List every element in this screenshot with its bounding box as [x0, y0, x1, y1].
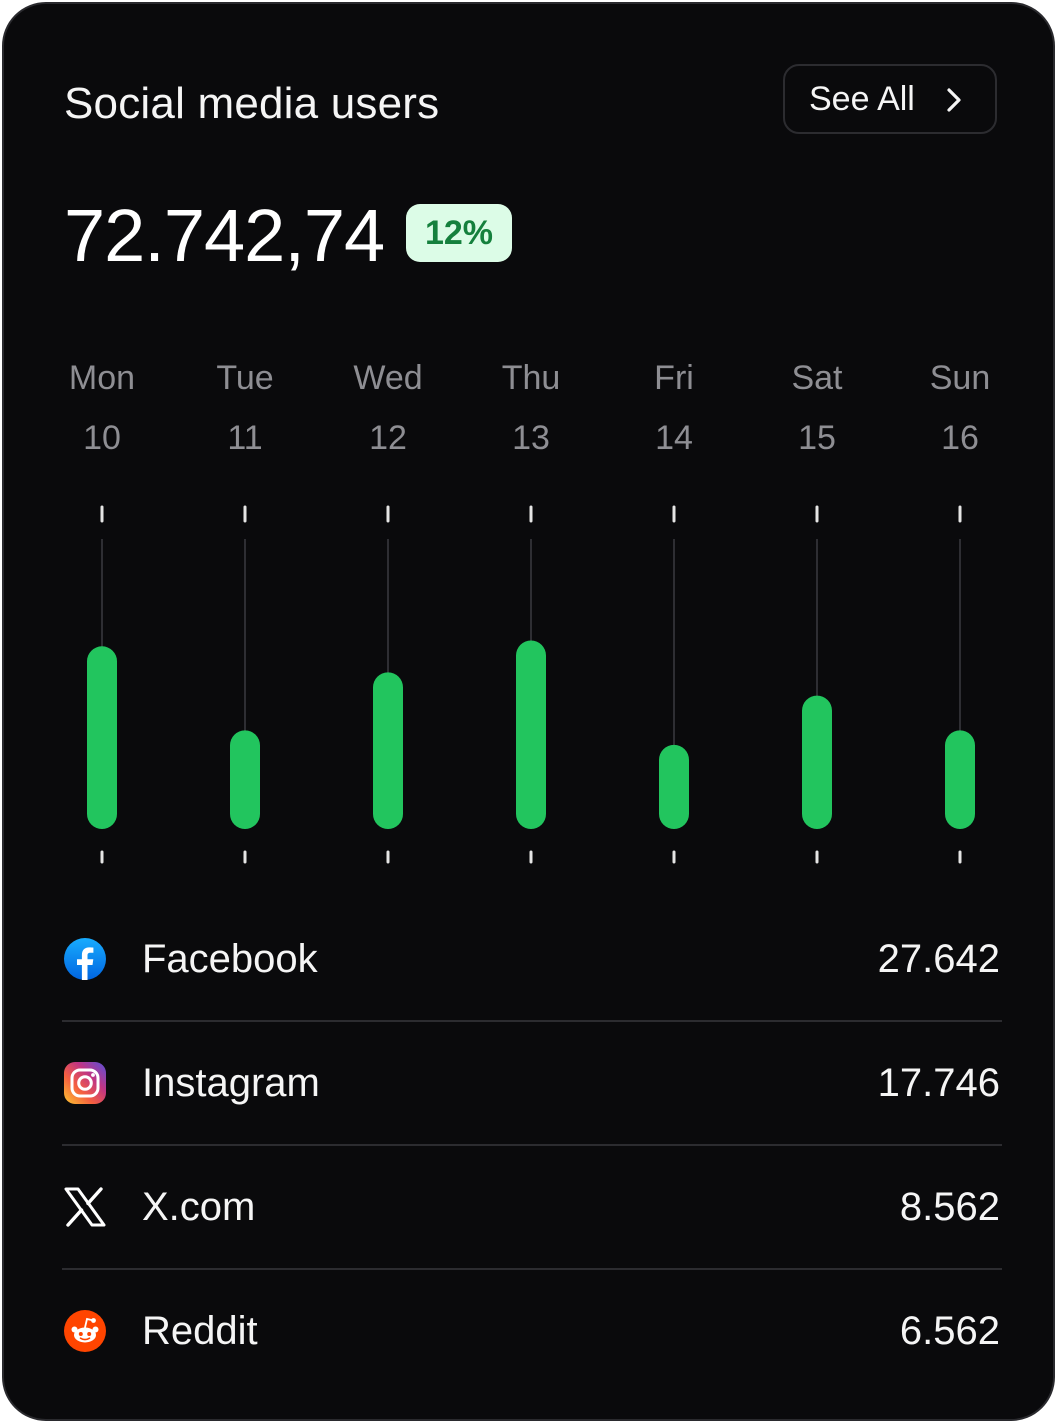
list-item-x[interactable]: X.com 8.562	[62, 1146, 1002, 1270]
see-all-label: See All	[809, 79, 915, 118]
platform-name: X.com	[142, 1185, 256, 1229]
x-icon	[64, 1187, 106, 1227]
platform-value: 17.746	[877, 1061, 1000, 1105]
chevron-right-icon	[947, 88, 961, 112]
chart-date-label: 15	[798, 419, 836, 457]
chart-date-label: 14	[655, 419, 693, 457]
chart-bar	[659, 744, 689, 829]
chart-day-label: Wed	[353, 359, 422, 397]
platform-name: Facebook	[142, 937, 318, 981]
platform-value: 27.642	[877, 937, 1000, 981]
social-media-users-card: Social media users See All 72.742,74 12%…	[2, 2, 1055, 1421]
chart-bar	[230, 730, 260, 829]
chart-day-label: Sun	[930, 359, 991, 397]
chart-day-label: Sat	[791, 359, 843, 397]
chart-date-label: 12	[369, 419, 407, 457]
weekly-users-chart: Mon 10 Tue 11 Wed 12 Thu 13 Fri 14 Sat 15 Sun 16	[69, 359, 991, 864]
chart-bar	[373, 672, 403, 829]
change-badge: 12%	[406, 204, 512, 262]
platform-value: 8.562	[899, 1185, 1000, 1229]
chart-date-label: 11	[227, 419, 262, 457]
chart-bar	[945, 730, 975, 829]
reddit-icon	[64, 1310, 106, 1352]
chart-day-label: Mon	[69, 359, 135, 397]
chart-bar	[802, 695, 832, 829]
list-item-instagram[interactable]: Instagram 17.746	[62, 1022, 1002, 1146]
list-item-facebook[interactable]: Facebook 27.642	[62, 898, 1002, 1022]
chart-bar	[87, 646, 117, 829]
platform-value: 6.562	[899, 1309, 1000, 1353]
chart-day-label: Tue	[216, 359, 273, 397]
chart-date-label: 10	[83, 419, 121, 457]
platform-name: Reddit	[142, 1309, 258, 1353]
chart-day-label: Fri	[654, 359, 694, 397]
platform-name: Instagram	[142, 1061, 320, 1105]
chart-date-label: 13	[512, 419, 550, 457]
chart-bar	[516, 640, 546, 829]
see-all-button[interactable]: See All	[783, 64, 997, 134]
total-users-value: 72.742,74	[64, 194, 385, 277]
facebook-icon	[64, 938, 106, 980]
chart-day-label: Thu	[502, 359, 561, 397]
platform-list: Facebook 27.642 Instagram 17.746 X.com 8…	[62, 898, 1002, 1394]
chart-date-label: 16	[941, 419, 979, 457]
instagram-icon	[64, 1062, 106, 1104]
list-item-reddit[interactable]: Reddit 6.562	[62, 1270, 1002, 1394]
card-title: Social media users	[64, 79, 440, 128]
